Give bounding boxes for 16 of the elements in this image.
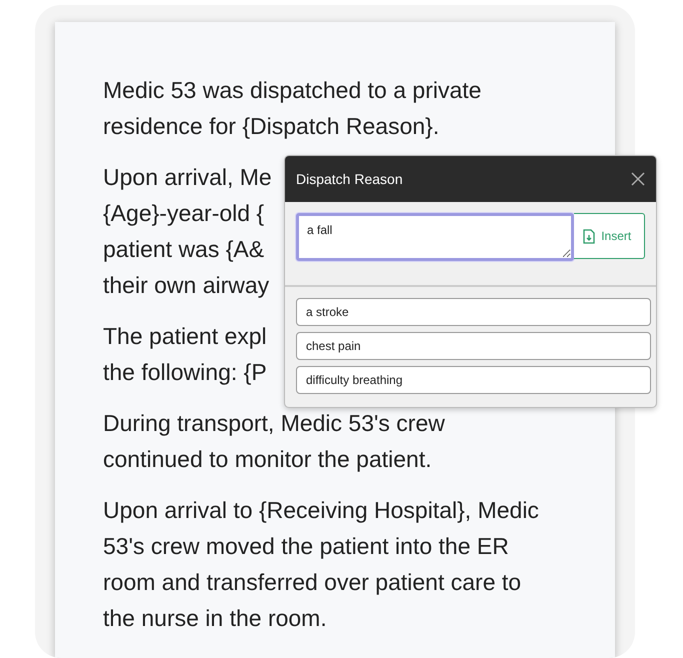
text-line: patient was {A& bbox=[103, 235, 264, 264]
text-line: {Age}-year-old { bbox=[103, 199, 264, 228]
popup-title: Dispatch Reason bbox=[296, 171, 403, 187]
reason-input-field[interactable]: a fall bbox=[296, 213, 574, 261]
text-line: their own airway bbox=[103, 271, 270, 300]
paragraph: During transport, Medic 53's crew continued to monitor the patient. bbox=[103, 409, 446, 474]
file-download-icon bbox=[583, 228, 596, 244]
text-line: The patient expl bbox=[103, 322, 267, 351]
paragraph: Medic 53 was dispatched to a private residence for {Dispatch Reason}. bbox=[103, 76, 482, 141]
suggestion-item[interactable]: difficulty breathing bbox=[296, 366, 651, 394]
suggestion-item[interactable]: a stroke bbox=[296, 298, 651, 326]
paragraph: Upon arrival to {Receiving Hospital}, Medic 53's crew moved the patient into the ER room and transferred over patient care to the nurse in the room. bbox=[103, 496, 540, 633]
close-icon[interactable] bbox=[631, 172, 645, 186]
suggestion-item[interactable]: chest pain bbox=[296, 332, 651, 360]
text-line: the following: {P bbox=[103, 358, 267, 387]
text-line: Upon arrival, Me bbox=[103, 163, 272, 192]
